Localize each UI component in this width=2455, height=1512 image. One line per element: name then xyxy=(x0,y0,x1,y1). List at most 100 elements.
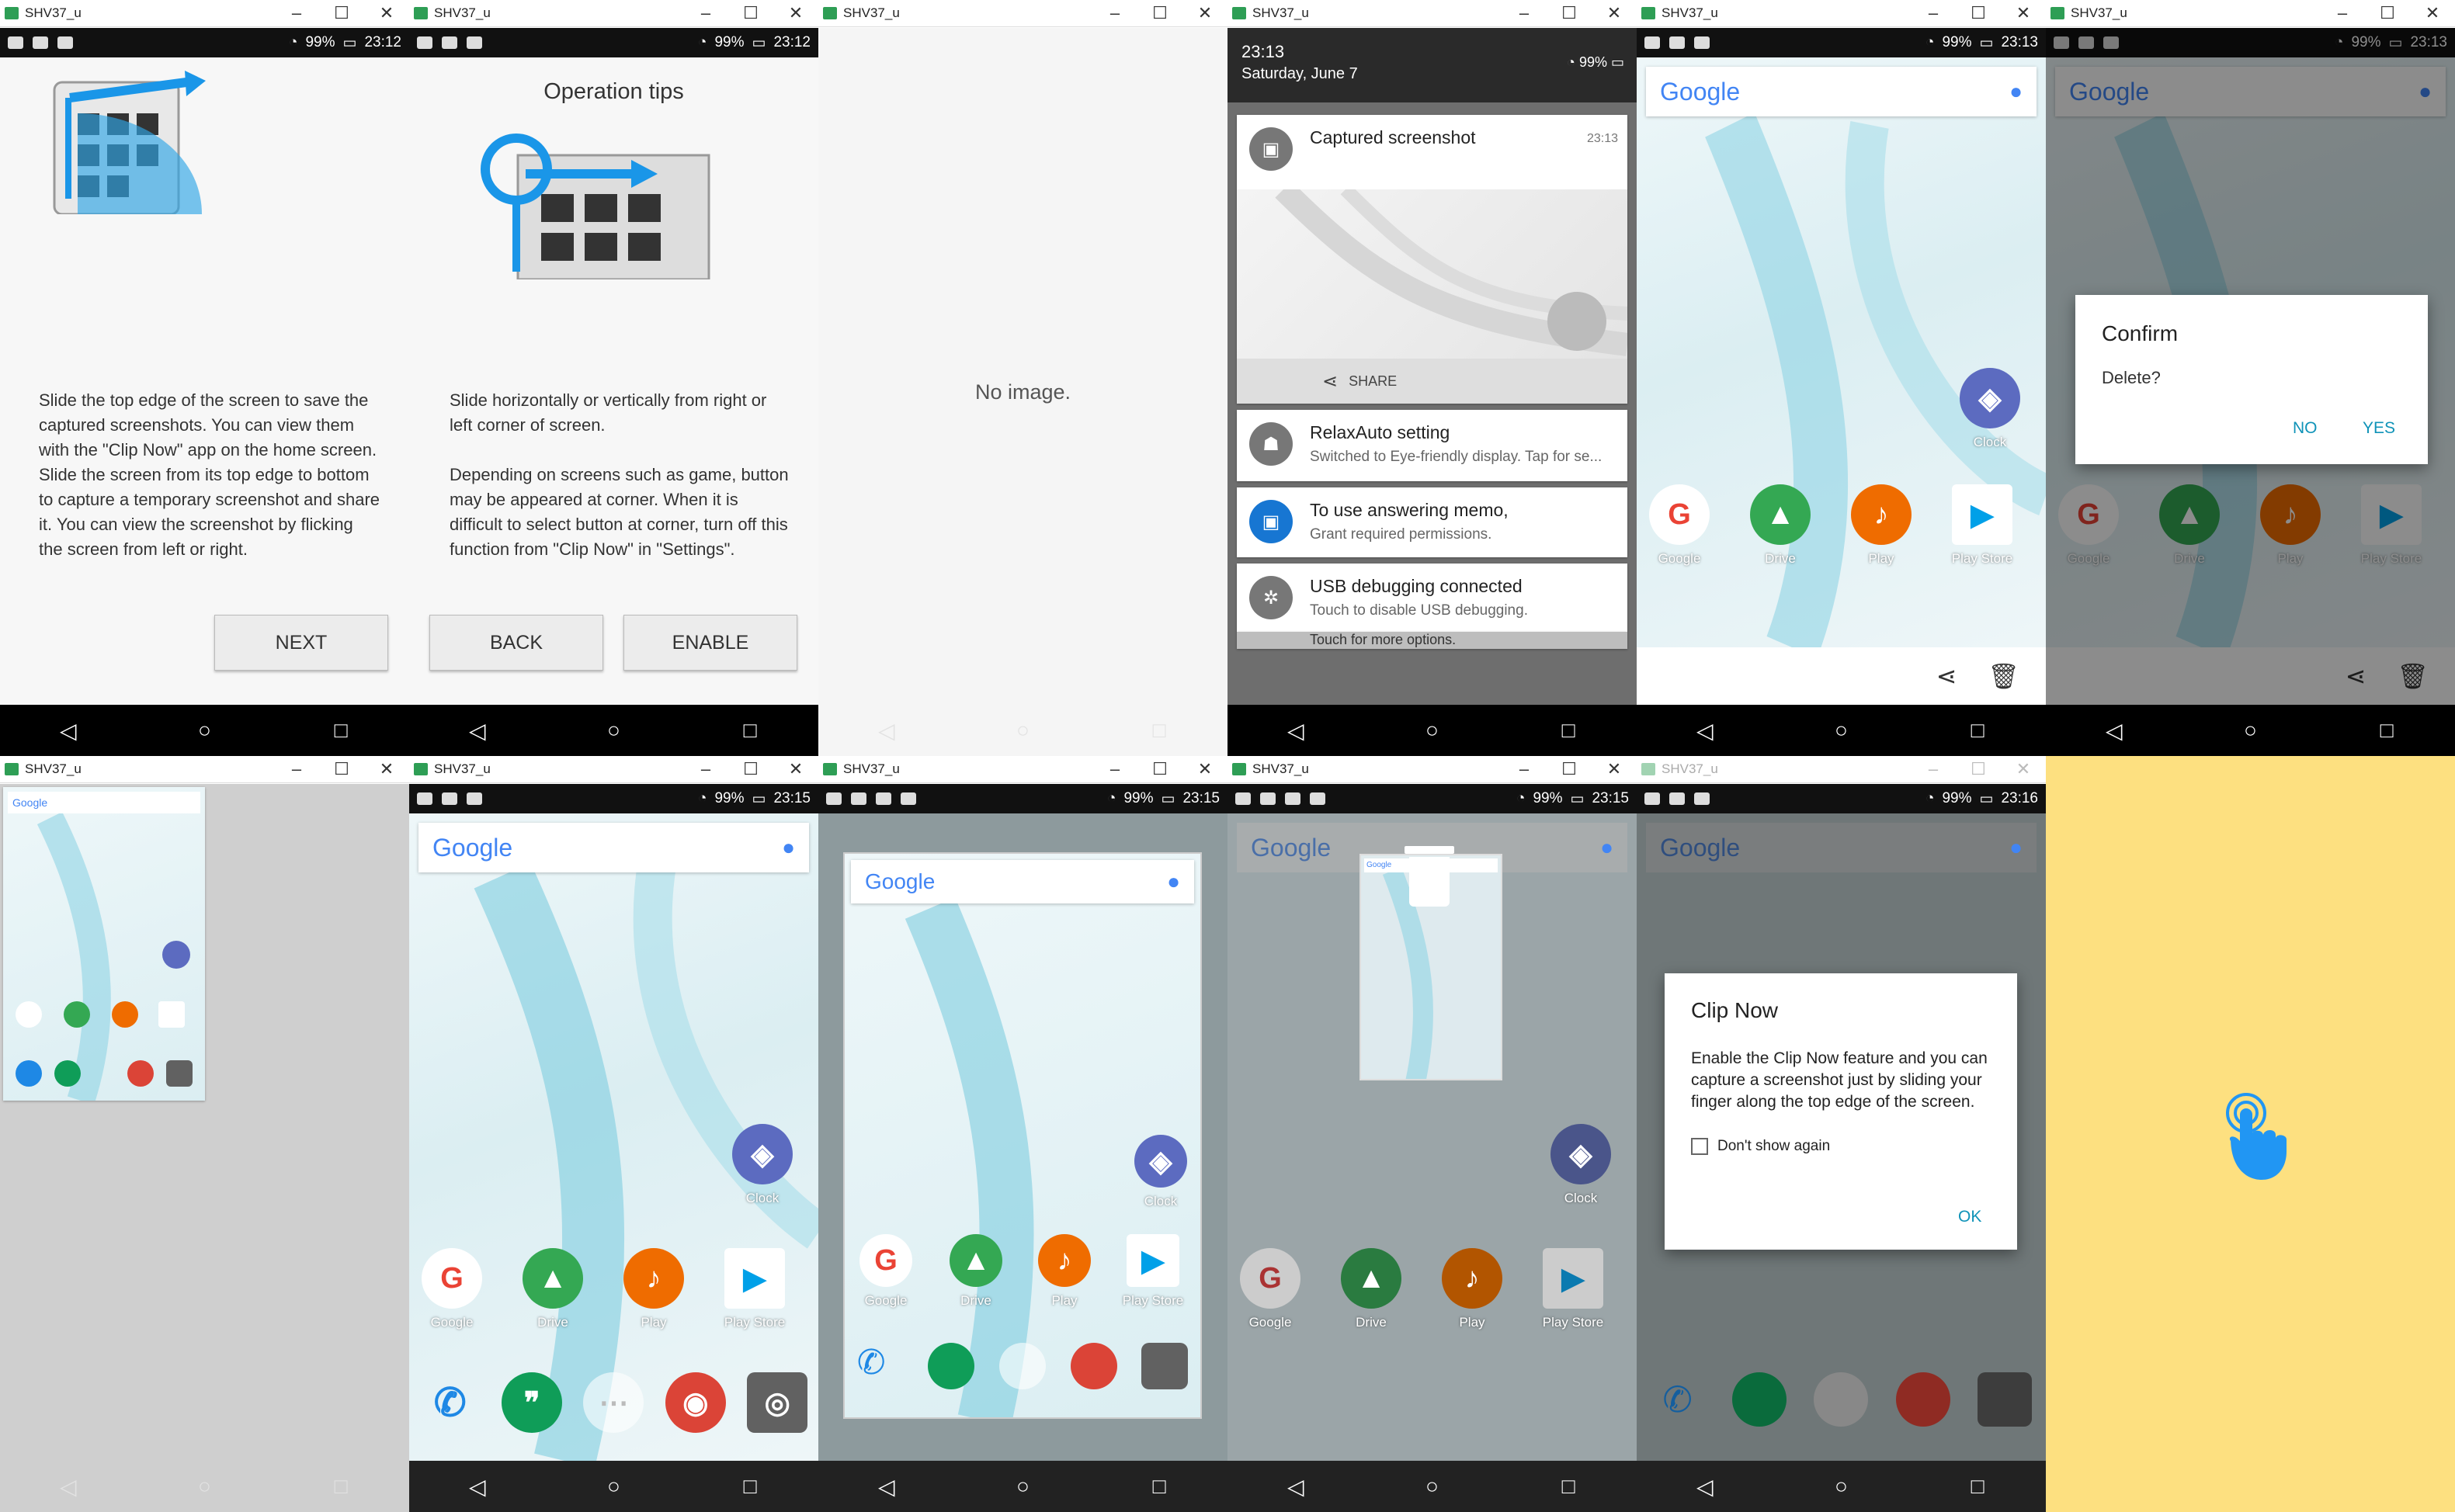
back-icon[interactable]: ◁ xyxy=(863,1474,910,1500)
recent-apps-icon[interactable]: □ xyxy=(2363,718,2410,743)
back-icon[interactable]: ◁ xyxy=(1273,718,1319,744)
home-icon[interactable]: ○ xyxy=(1408,1474,1455,1499)
back-icon[interactable]: ◁ xyxy=(863,718,910,744)
dock-hangouts[interactable]: ❞ xyxy=(497,1372,567,1433)
dock-chrome[interactable]: ◉ xyxy=(661,1372,731,1433)
maximize-button[interactable]: ☐ xyxy=(1137,3,1182,23)
home-icon[interactable]: ○ xyxy=(999,1474,1046,1499)
home-icon[interactable]: ○ xyxy=(1818,1474,1864,1499)
app-drive[interactable]: ▲ Drive xyxy=(518,1248,588,1330)
ok-button[interactable]: OK xyxy=(1958,1208,1981,1226)
minimize-button[interactable]: – xyxy=(1911,759,1956,779)
home-icon[interactable]: ○ xyxy=(590,1474,637,1499)
recent-apps-icon[interactable]: □ xyxy=(727,718,773,743)
notification-screenshot[interactable]: ▣ Captured screenshot 23:13 ⋖ SHARE xyxy=(1237,115,1627,404)
app-google[interactable]: G Google xyxy=(1644,484,1714,567)
mic-icon[interactable]: ● xyxy=(782,835,795,860)
close-button[interactable]: ✕ xyxy=(773,3,818,23)
dock-app-drawer[interactable]: ⋯ xyxy=(578,1372,648,1433)
app-drive[interactable]: ▲ Drive xyxy=(1745,484,1815,567)
close-button[interactable]: ✕ xyxy=(364,759,409,779)
google-search-bar[interactable]: Google ● xyxy=(418,823,809,872)
home-icon[interactable]: ○ xyxy=(181,1474,227,1499)
delete-icon[interactable]: 🗑 xyxy=(1988,661,2019,691)
maximize-button[interactable]: ☐ xyxy=(1956,3,2001,23)
no-button[interactable]: NO xyxy=(2293,419,2318,438)
close-button[interactable]: ✕ xyxy=(2001,759,2046,779)
minimize-button[interactable]: – xyxy=(1502,759,1547,779)
close-button[interactable]: ✕ xyxy=(773,759,818,779)
home-icon[interactable]: ○ xyxy=(999,718,1046,743)
minimize-button[interactable]: – xyxy=(274,3,319,23)
share-action[interactable]: ⋖ SHARE xyxy=(1237,359,1627,404)
recent-apps-icon[interactable]: □ xyxy=(1545,1474,1592,1499)
maximize-button[interactable]: ☐ xyxy=(1956,759,2001,779)
maximize-button[interactable]: ☐ xyxy=(1547,3,1592,23)
dock-camera[interactable]: ◎ xyxy=(742,1372,812,1433)
back-icon[interactable]: ◁ xyxy=(1682,1474,1728,1500)
back-icon[interactable]: ◁ xyxy=(45,718,92,744)
trash-icon[interactable] xyxy=(1405,846,1454,908)
close-button[interactable]: ✕ xyxy=(2001,3,2046,23)
home-icon[interactable]: ○ xyxy=(590,718,637,743)
close-button[interactable]: ✕ xyxy=(1592,759,1637,779)
close-button[interactable]: ✕ xyxy=(1182,759,1228,779)
maximize-button[interactable]: ☐ xyxy=(319,3,364,23)
minimize-button[interactable]: – xyxy=(1092,3,1137,23)
share-icon[interactable]: ⋖ xyxy=(1936,661,1957,691)
back-icon[interactable]: ◁ xyxy=(454,718,501,744)
close-button[interactable]: ✕ xyxy=(1182,3,1228,23)
recent-apps-icon[interactable]: □ xyxy=(318,1474,364,1499)
app-play-music[interactable]: ♪ Play xyxy=(619,1248,689,1330)
minimize-button[interactable]: – xyxy=(1502,3,1547,23)
minimize-button[interactable]: – xyxy=(683,759,728,779)
maximize-button[interactable]: ☐ xyxy=(728,3,773,23)
recent-apps-icon[interactable]: □ xyxy=(727,1474,773,1499)
enable-button[interactable]: ENABLE xyxy=(623,615,797,671)
next-button[interactable]: NEXT xyxy=(214,615,388,671)
close-button[interactable]: ✕ xyxy=(1592,3,1637,23)
recent-apps-icon[interactable]: □ xyxy=(1136,718,1182,743)
home-icon[interactable]: ○ xyxy=(2227,718,2273,743)
minimize-button[interactable]: – xyxy=(1911,3,1956,23)
back-icon[interactable]: ◁ xyxy=(45,1474,92,1500)
home-icon[interactable]: ○ xyxy=(1408,718,1455,743)
back-icon[interactable]: ◁ xyxy=(454,1474,501,1500)
dont-show-again-checkbox[interactable]: Don't show again xyxy=(1691,1138,1830,1155)
minimize-button[interactable]: – xyxy=(2320,3,2365,23)
back-icon[interactable]: ◁ xyxy=(2091,718,2137,744)
recent-apps-icon[interactable]: □ xyxy=(1954,1474,2001,1499)
minimize-button[interactable]: – xyxy=(683,3,728,23)
app-clock[interactable]: ◈ Clock xyxy=(1955,368,2025,450)
google-search-bar[interactable]: Google ● xyxy=(1646,67,2037,116)
close-button[interactable]: ✕ xyxy=(2410,3,2455,23)
app-play-store[interactable]: ▶ Play Store xyxy=(1947,484,2017,567)
recent-apps-icon[interactable]: □ xyxy=(318,718,364,743)
back-icon[interactable]: ◁ xyxy=(1682,718,1728,744)
back-icon[interactable]: ◁ xyxy=(1273,1474,1319,1500)
maximize-button[interactable]: ☐ xyxy=(2365,3,2410,23)
app-clock[interactable]: ◈ Clock xyxy=(727,1124,797,1206)
notification-answering-memo[interactable]: ▣ To use answering memo, Grant required … xyxy=(1237,487,1627,557)
back-button[interactable]: BACK xyxy=(429,615,603,671)
app-play-music[interactable]: ♪ Play xyxy=(1846,484,1916,567)
app-google[interactable]: G Google xyxy=(417,1248,487,1330)
app-play-store[interactable]: ▶ Play Store xyxy=(720,1248,790,1330)
recent-apps-icon[interactable]: □ xyxy=(1136,1474,1182,1499)
mic-icon[interactable]: ● xyxy=(2009,79,2023,104)
recent-apps-icon[interactable]: □ xyxy=(1954,718,2001,743)
minimize-button[interactable]: – xyxy=(1092,759,1137,779)
minimize-button[interactable]: – xyxy=(274,759,319,779)
yes-button[interactable]: YES xyxy=(2363,419,2395,438)
checkbox-box[interactable] xyxy=(1691,1138,1708,1155)
maximize-button[interactable]: ☐ xyxy=(1547,759,1592,779)
notification-partial[interactable]: Touch for more options. xyxy=(1237,632,1627,649)
maximize-button[interactable]: ☐ xyxy=(728,759,773,779)
close-button[interactable]: ✕ xyxy=(364,3,409,23)
maximize-button[interactable]: ☐ xyxy=(1137,759,1182,779)
home-icon[interactable]: ○ xyxy=(181,718,227,743)
notification-usb-debugging[interactable]: ✲ USB debugging connected Touch to disab… xyxy=(1237,564,1627,632)
dock-phone[interactable]: ✆ xyxy=(415,1372,485,1433)
maximize-button[interactable]: ☐ xyxy=(319,759,364,779)
recent-apps-icon[interactable]: □ xyxy=(1545,718,1592,743)
